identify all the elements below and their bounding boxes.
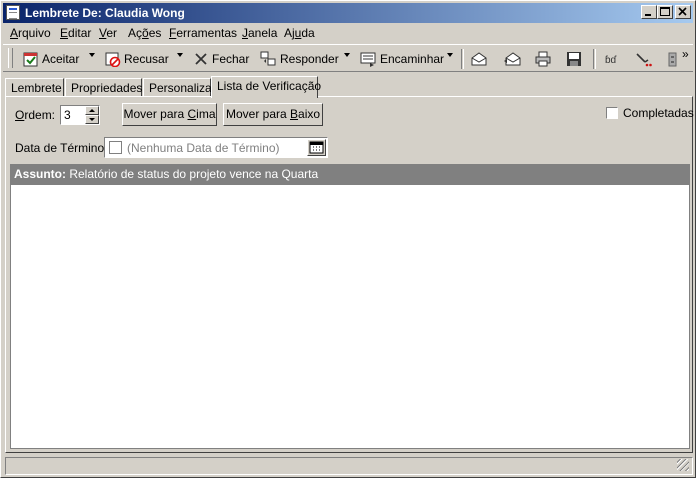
maximize-icon — [660, 7, 670, 16]
close-icon — [678, 7, 687, 16]
save-icon[interactable] — [565, 51, 583, 67]
toolbar-overflow-chevron[interactable]: » — [682, 47, 689, 61]
minimize-icon — [645, 14, 651, 16]
delete-icon[interactable] — [634, 51, 652, 67]
reminder-icon — [6, 5, 20, 20]
spin-down-arrow-icon[interactable] — [85, 115, 99, 124]
menu-ver[interactable]: Ver — [99, 26, 117, 40]
due-date-checkbox[interactable] — [109, 141, 122, 154]
due-date-field[interactable]: (Nenhuma Data de Término) — [104, 137, 328, 158]
move-up-button[interactable]: Mover para Cima — [122, 103, 217, 126]
forward-dropdown-arrow[interactable] — [447, 53, 453, 57]
completed-label: Completadas — [623, 106, 694, 120]
calendar-icon — [309, 141, 324, 154]
move-down-button[interactable]: Mover para Baixo — [223, 103, 323, 126]
subject-bar: Assunto: Relatório de status do projeto … — [10, 164, 690, 185]
window-title: Lembrete De: Claudia Wong — [25, 6, 185, 20]
reminder-window: Lembrete De: Claudia Wong Arquivo Editar… — [0, 0, 696, 478]
reply-button[interactable]: Responder — [259, 49, 339, 69]
tab-lista-de-verificacao[interactable]: Lista de Verificação — [211, 76, 321, 98]
order-value[interactable]: 3 — [64, 108, 71, 122]
title-bar[interactable]: Lembrete De: Claudia Wong — [3, 3, 693, 23]
menu-ferramentas[interactable]: Ferramentas — [169, 26, 237, 40]
subject-value: Relatório de status do projeto vence na … — [69, 167, 319, 181]
calendar-button[interactable] — [307, 139, 326, 156]
tab-lembrete[interactable]: Lembrete — [5, 78, 64, 96]
subject-label: Assunto: — [14, 167, 66, 181]
forward-icon — [360, 52, 376, 67]
toolbar-grip[interactable] — [8, 48, 13, 68]
tab-propriedades[interactable]: Propriedades — [65, 78, 142, 96]
menu-acoes[interactable]: Ações — [128, 26, 161, 40]
reply-dropdown-arrow[interactable] — [344, 53, 350, 57]
decline-button[interactable]: Recusar — [105, 49, 169, 69]
completed-checkbox[interactable] — [606, 107, 618, 119]
spin-up-arrow-icon[interactable] — [85, 106, 99, 115]
decline-dropdown-arrow[interactable] — [177, 53, 183, 57]
toolbar: Aceitar Recusar Fechar Responder Encamin… — [3, 44, 693, 72]
accept-icon — [23, 52, 38, 67]
toolbar-separator — [461, 49, 464, 69]
maximize-button[interactable] — [657, 5, 673, 19]
mark-read-icon[interactable] — [470, 51, 488, 67]
menu-janela[interactable]: Janela — [242, 26, 277, 40]
close-item-button[interactable]: Fechar — [193, 49, 249, 69]
reply-icon — [260, 51, 276, 66]
minimize-button[interactable] — [641, 5, 657, 19]
close-button[interactable] — [675, 5, 691, 19]
forward-button[interactable]: Encaminhar — [359, 49, 444, 69]
checklist-body[interactable] — [10, 185, 690, 449]
due-date-placeholder: (Nenhuma Data de Término) — [127, 141, 280, 155]
print-icon[interactable] — [534, 51, 552, 67]
resize-grip-icon[interactable] — [677, 459, 689, 471]
close-x-icon — [195, 53, 207, 65]
due-date-label: Data de Término: — [15, 141, 108, 155]
accept-button[interactable]: Aceitar — [23, 49, 79, 69]
svg-text:ɓɗ: ɓɗ — [605, 55, 618, 66]
order-spinner[interactable]: 3 — [60, 105, 100, 125]
menu-bar: Arquivo Editar Ver Ações Ferramentas Jan… — [3, 23, 693, 42]
spell-check-icon[interactable]: ɓɗ — [603, 51, 621, 67]
status-bar — [5, 457, 693, 475]
decline-icon — [105, 52, 121, 67]
accept-dropdown-arrow[interactable] — [89, 53, 95, 57]
mark-unread-icon[interactable] — [503, 51, 521, 67]
tab-personalizar[interactable]: Personalizar — [143, 78, 216, 96]
file-cabinet-icon[interactable] — [664, 51, 682, 67]
toolbar-separator-2 — [593, 49, 596, 69]
menu-editar[interactable]: Editar — [60, 26, 91, 40]
menu-arquivo[interactable]: Arquivo — [10, 26, 51, 40]
menu-ajuda[interactable]: Ajuda — [284, 26, 315, 40]
order-label: Ordem: — [15, 108, 56, 122]
